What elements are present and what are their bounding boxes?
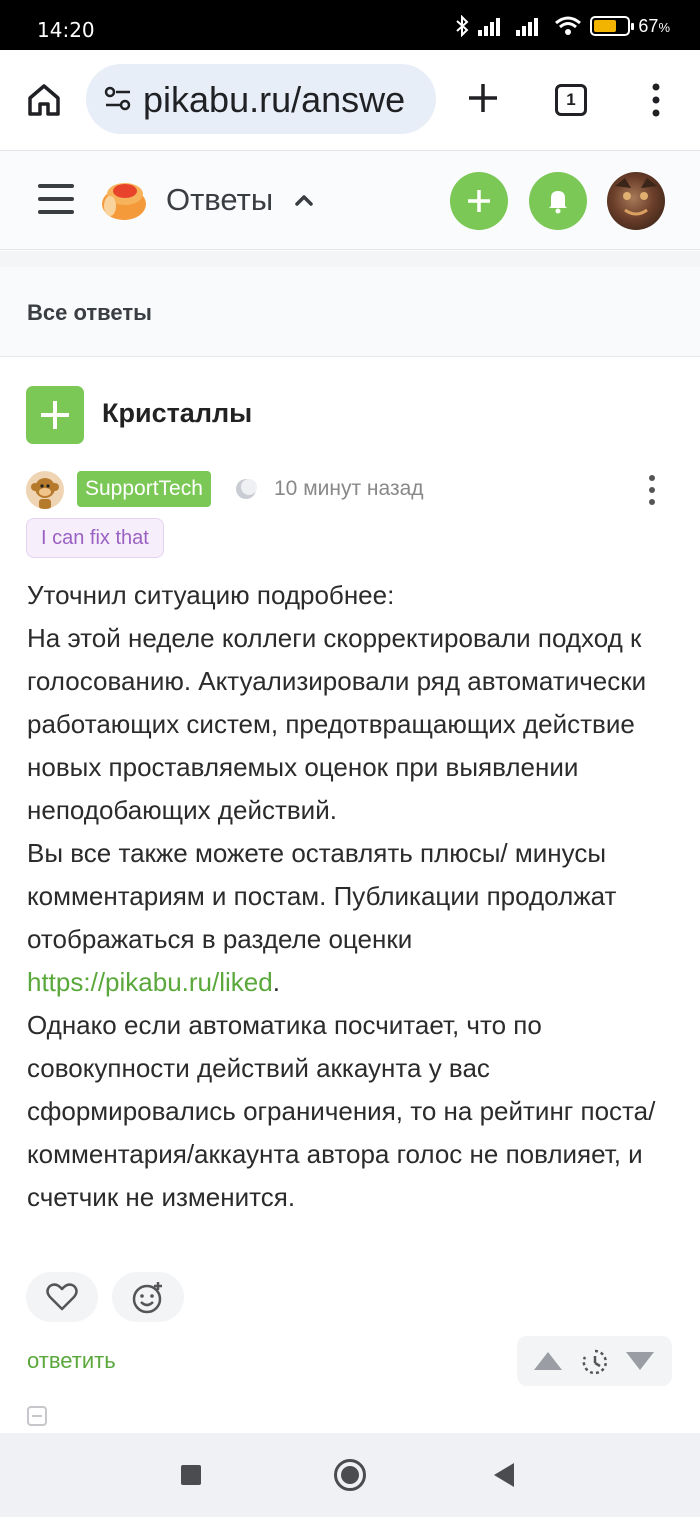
- paragraph: На этой неделе коллеги скорректировали п…: [27, 623, 647, 825]
- url-text[interactable]: pikabu.ru/answe: [143, 79, 405, 121]
- post-time: 10 минут назад: [274, 477, 424, 500]
- home-button[interactable]: [334, 1459, 366, 1491]
- status-bar: 14:20 67%: [0, 0, 700, 50]
- address-bar[interactable]: pikabu.ru/answe: [86, 64, 436, 134]
- add-reaction-button[interactable]: [112, 1272, 184, 1322]
- back-button[interactable]: [494, 1463, 514, 1487]
- battery-level: [594, 20, 616, 32]
- battery-percent: 67%: [638, 15, 670, 36]
- moon-icon: [236, 479, 257, 499]
- notifications-button[interactable]: [529, 172, 587, 230]
- battery-icon: [590, 16, 635, 36]
- profile-avatar[interactable]: [607, 172, 665, 230]
- site-settings-icon[interactable]: [104, 86, 132, 112]
- filter-row: Все ответы: [0, 267, 700, 357]
- plus-icon: [41, 401, 69, 429]
- vote-controls: [517, 1336, 672, 1386]
- like-button[interactable]: [26, 1272, 98, 1322]
- clock: 14:20: [37, 18, 95, 42]
- system-navigation-bar: [0, 1433, 700, 1517]
- all-answers-filter[interactable]: Все ответы: [27, 300, 152, 326]
- bell-icon: [549, 191, 567, 214]
- more-vertical-icon[interactable]: [645, 474, 659, 506]
- pikabu-logo[interactable]: [98, 176, 148, 222]
- smiley-plus-icon: [132, 1282, 162, 1314]
- wifi-icon: [555, 16, 582, 35]
- signal-icon: [478, 18, 501, 36]
- menu-icon[interactable]: [38, 184, 74, 216]
- bluetooth-icon: [456, 15, 469, 37]
- tabs-icon[interactable]: 1: [555, 84, 587, 116]
- reply-link[interactable]: ответить: [27, 1348, 116, 1374]
- home-icon[interactable]: [24, 80, 64, 120]
- pending-clock-icon: [582, 1349, 608, 1375]
- paragraph: Однако если автоматика посчитает, что по…: [27, 1010, 656, 1212]
- paragraph: Уточнил ситуацию подробнее:: [27, 580, 395, 610]
- status-icons: 67%: [454, 15, 670, 37]
- chevron-up-icon[interactable]: [293, 189, 315, 211]
- signal-icon-2: [516, 18, 539, 36]
- collapse-thread-icon[interactable]: [27, 1406, 47, 1426]
- liked-link[interactable]: https://pikabu.ru/liked: [27, 967, 273, 997]
- recent-apps-button[interactable]: [181, 1465, 201, 1485]
- section-title[interactable]: Ответы: [166, 182, 273, 218]
- author-avatar[interactable]: [26, 471, 64, 509]
- add-post-button[interactable]: [450, 172, 508, 230]
- monkey-avatar-image: [31, 478, 59, 509]
- author-username[interactable]: SupportTech: [77, 471, 211, 507]
- more-icon[interactable]: [648, 82, 664, 118]
- user-badge: I can fix that: [26, 518, 164, 558]
- expand-topic-button[interactable]: [26, 386, 84, 444]
- app-header: Ответы: [0, 150, 700, 250]
- topic-title[interactable]: Кристаллы: [102, 398, 252, 429]
- downvote-icon[interactable]: [625, 1350, 655, 1372]
- plus-icon: [468, 190, 490, 212]
- upvote-icon[interactable]: [533, 1350, 563, 1372]
- heart-icon: [46, 1283, 78, 1311]
- answer-card: Кристаллы SupportTech 10 минут назад I c…: [0, 358, 700, 1433]
- browser-toolbar: pikabu.ru/answe 1: [0, 50, 700, 150]
- avatar-image: [615, 178, 657, 216]
- separator: [0, 251, 700, 267]
- paragraph: Вы все также можете оставлять плюсы/ мин…: [27, 838, 617, 997]
- new-tab-icon[interactable]: [463, 78, 503, 118]
- answer-text: Уточнил ситуацию подробнее: На этой неде…: [27, 574, 677, 1219]
